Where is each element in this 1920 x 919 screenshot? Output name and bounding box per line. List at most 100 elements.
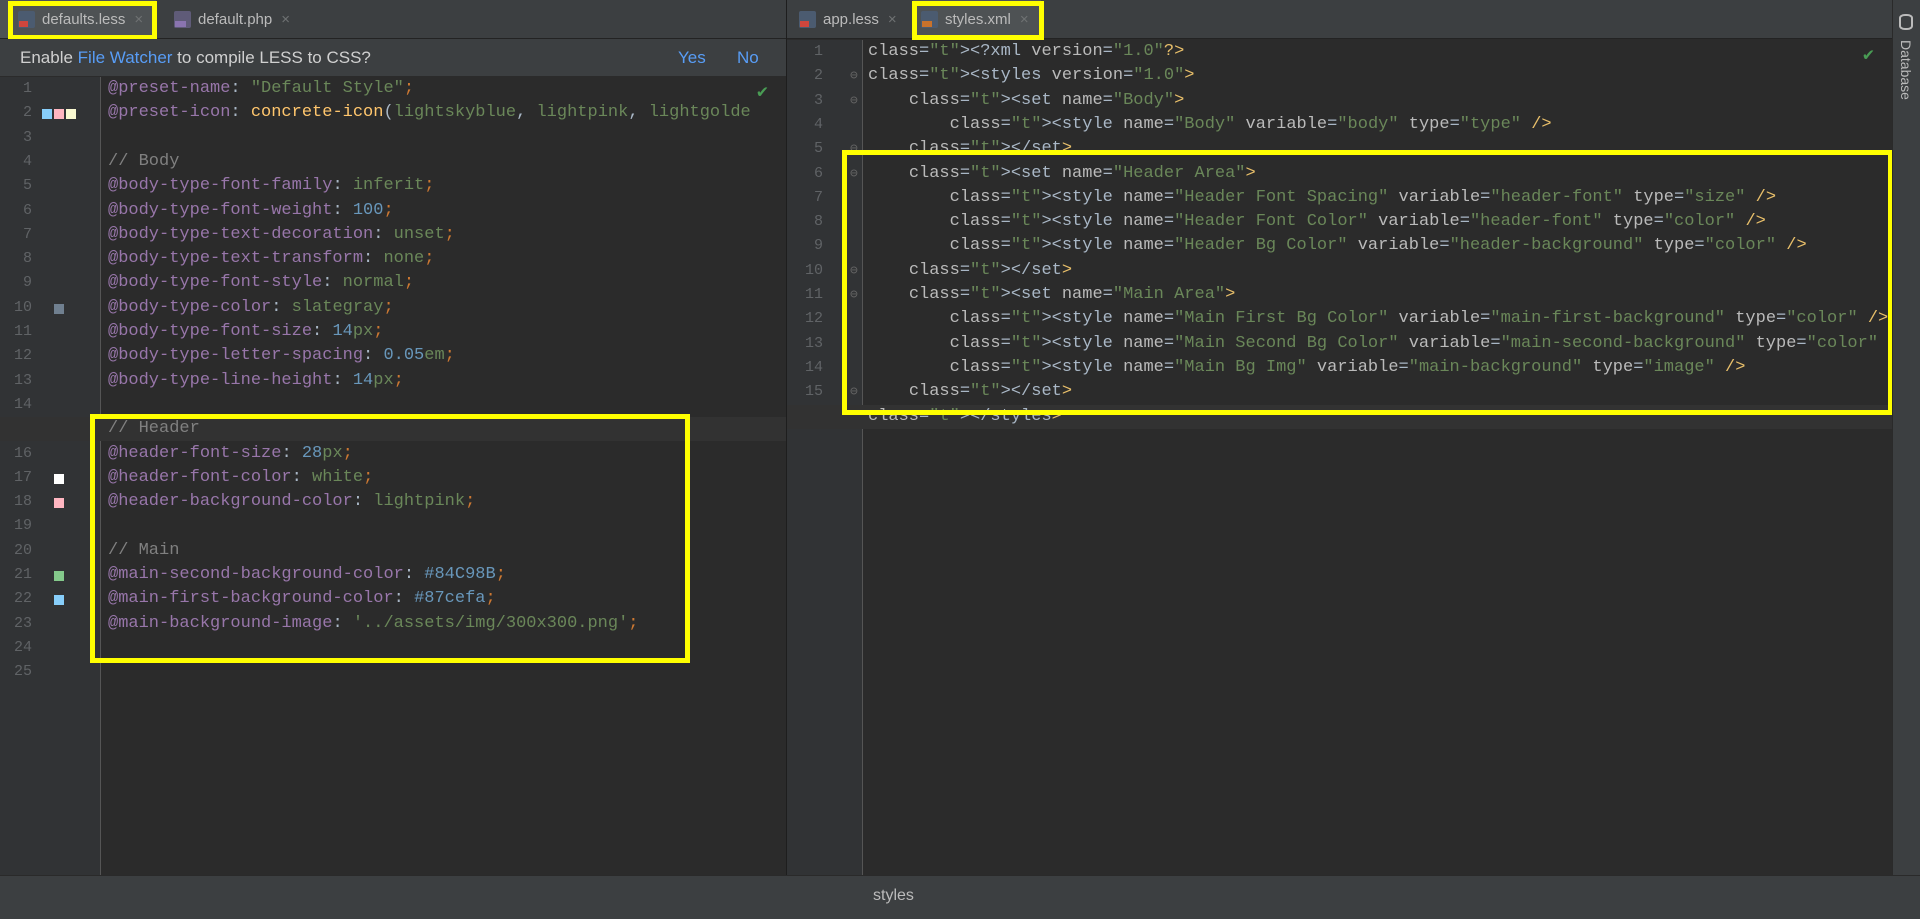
tab-label: styles.xml (945, 10, 1011, 28)
tab-app-less[interactable]: app.less × (799, 0, 897, 38)
code-line[interactable]: class="t"><style name="Header Bg Color" … (787, 234, 1893, 258)
code-line[interactable]: class="t"></set> (787, 137, 1893, 161)
close-icon[interactable]: × (1020, 11, 1029, 28)
close-icon[interactable]: × (281, 11, 290, 28)
code-line[interactable]: class="t"></set> (787, 380, 1893, 404)
code-line[interactable]: @body-type-text-decoration: unset; (0, 223, 786, 247)
code-text: @main-background-image: '../assets/img/3… (108, 613, 639, 633)
code-text: class="t"><style name="Header Bg Color" … (949, 236, 1807, 256)
code-text: @body-type-text-transform: none; (108, 249, 435, 269)
left-editor-pane: defaults.less × default.php × Enable Fil… (0, 0, 786, 876)
file-watcher-link[interactable]: File Watcher (78, 48, 173, 67)
code-line[interactable]: @preset-name: "Default Style"; (0, 77, 786, 101)
code-line[interactable]: class="t"><style name="Main First Bg Col… (787, 307, 1893, 331)
code-text: // Body (108, 151, 180, 171)
code-line[interactable] (0, 636, 786, 660)
less-file-icon (799, 10, 816, 28)
code-line[interactable]: @body-type-font-style: normal; (0, 271, 786, 295)
code-text: @body-type-font-style: normal; (108, 273, 415, 293)
xml-file-icon (921, 10, 938, 28)
code-line[interactable]: class="t"><style name="Header Font Color… (787, 210, 1893, 234)
code-line[interactable]: @main-first-background-color: #87cefa; (0, 587, 786, 611)
code-text: class="t"><style name="Main Second Bg Co… (949, 333, 1909, 353)
code-text: @header-font-size: 28px; (108, 443, 353, 463)
left-tab-bar: defaults.less × default.php × (0, 0, 786, 39)
code-text: class="t"><style name="Main First Bg Col… (949, 309, 1889, 329)
checkmark-icon: ✔ (1863, 46, 1874, 66)
less-code-editor[interactable]: 1234567891011121314151617181920212223242… (0, 77, 786, 876)
code-line[interactable]: class="t"><style name="Body" variable="b… (787, 113, 1893, 137)
code-line[interactable]: // Main (0, 539, 786, 563)
code-line[interactable]: class="t"><set name="Body"> (787, 89, 1893, 113)
code-text: class="t"><set name="Body"> (908, 90, 1185, 110)
database-icon (1899, 14, 1913, 30)
code-line[interactable]: @header-background-color: lightpink; (0, 490, 786, 514)
php-file-icon (174, 10, 191, 28)
code-text: @preset-name: "Default Style"; (108, 79, 415, 98)
code-line[interactable]: @body-type-font-weight: 100; (0, 199, 786, 223)
less-file-icon (18, 10, 35, 28)
code-line[interactable]: @body-type-line-height: 14px; (0, 369, 786, 393)
xml-code-editor[interactable]: 12⊖3⊖45⊖6⊖78910⊖11⊖12131415⊖16⊖ class="t… (787, 40, 1909, 876)
tab-styles-xml[interactable]: styles.xml × (913, 0, 1041, 38)
code-text: class="t"><style name="Header Font Spaci… (949, 187, 1777, 207)
code-line[interactable]: @body-type-color: slategray; (0, 296, 786, 320)
no-button[interactable]: No (737, 48, 759, 68)
code-line[interactable]: @main-second-background-color: #84C98B; (0, 563, 786, 587)
code-line[interactable]: @body-type-text-transform: none; (0, 247, 786, 271)
code-line[interactable]: class="t"><set name="Header Area"> (787, 162, 1893, 186)
code-text: @main-second-background-color: #84C98B; (108, 565, 506, 584)
code-line[interactable] (0, 126, 786, 150)
breadcrumb[interactable]: styles (873, 887, 914, 905)
code-line[interactable]: // Body (0, 150, 786, 174)
tab-label: defaults.less (42, 10, 126, 28)
code-text: @body-type-font-family: inferit; (108, 176, 435, 196)
close-icon[interactable]: × (134, 11, 143, 28)
code-text: class="t"><?xml version="1.0"?> (868, 42, 1185, 61)
code-text: @header-font-color: white; (108, 467, 374, 487)
database-label: Database (1898, 40, 1914, 100)
code-line[interactable]: class="t"><style name="Header Font Spaci… (787, 186, 1893, 210)
code-line[interactable]: @header-font-color: white; (0, 466, 786, 490)
code-line[interactable]: class="t"><?xml version="1.0"?> (787, 40, 1893, 64)
code-line[interactable] (0, 393, 786, 417)
code-line[interactable]: @header-font-size: 28px; (0, 442, 786, 466)
code-text: // Header (108, 419, 200, 439)
code-text: class="t"></styles> (868, 406, 1062, 426)
close-icon[interactable]: × (888, 11, 897, 28)
code-line[interactable]: @body-type-font-size: 14px; (0, 320, 786, 344)
code-text: @body-type-color: slategray; (108, 297, 394, 317)
code-line[interactable]: class="t"></set> (787, 259, 1893, 283)
code-line[interactable]: class="t"></styles> (787, 404, 1893, 429)
right-tab-bar: app.less × styles.xml × (787, 0, 1893, 39)
code-line[interactable] (0, 514, 786, 538)
code-line[interactable]: class="t"><style name="Main Second Bg Co… (787, 332, 1909, 356)
code-text: // Main (108, 540, 180, 560)
code-line[interactable]: // Header (0, 417, 786, 442)
code-line[interactable]: @body-type-letter-spacing: 0.05em; (0, 344, 786, 368)
right-editor-pane: app.less × styles.xml × 1 2 ⊖ 3 ⊖ 4 5 ⊖ 6 ⊖ 7 8 9 10 ⊖… (786, 0, 1909, 876)
notification-text: Enable File Watcher to compile LESS to C… (20, 47, 371, 67)
code-line[interactable]: class="t"><styles version="1.0"> (787, 64, 1893, 88)
checkmark-icon: ✔ (757, 83, 768, 103)
tab-defaults-less[interactable]: defaults.less × (0, 0, 156, 38)
code-line[interactable]: @body-type-font-family: inferit; (0, 174, 786, 198)
tab-default-php[interactable]: default.php × (170, 0, 290, 38)
code-text: class="t"><set name="Header Area"> (908, 163, 1256, 183)
code-text: @preset-icon: concrete-icon(lightskyblue… (108, 103, 751, 123)
code-text: class="t"></set> (908, 260, 1073, 280)
code-line[interactable]: @main-background-image: '../assets/img/3… (0, 612, 786, 636)
code-text: class="t"><styles version="1.0"> (868, 66, 1195, 86)
code-text: class="t"><style name="Header Font Color… (949, 212, 1766, 232)
database-tool-window-strip[interactable]: Database (1892, 0, 1920, 876)
code-text: class="t"><style name="Body" variable="b… (949, 114, 1552, 134)
yes-button[interactable]: Yes (678, 48, 706, 68)
code-line[interactable]: class="t"><style name="Main Bg Img" vari… (787, 356, 1893, 380)
code-text: @body-type-line-height: 14px; (108, 370, 404, 390)
code-line[interactable]: class="t"><set name="Main Area"> (787, 283, 1893, 307)
status-bar: styles (0, 875, 1920, 919)
code-line[interactable] (0, 660, 786, 684)
code-text: class="t"><style name="Main Bg Img" vari… (949, 357, 1746, 377)
code-text: @body-type-font-size: 14px; (108, 322, 384, 341)
code-line[interactable]: @preset-icon: concrete-icon(lightskyblue… (0, 101, 786, 125)
